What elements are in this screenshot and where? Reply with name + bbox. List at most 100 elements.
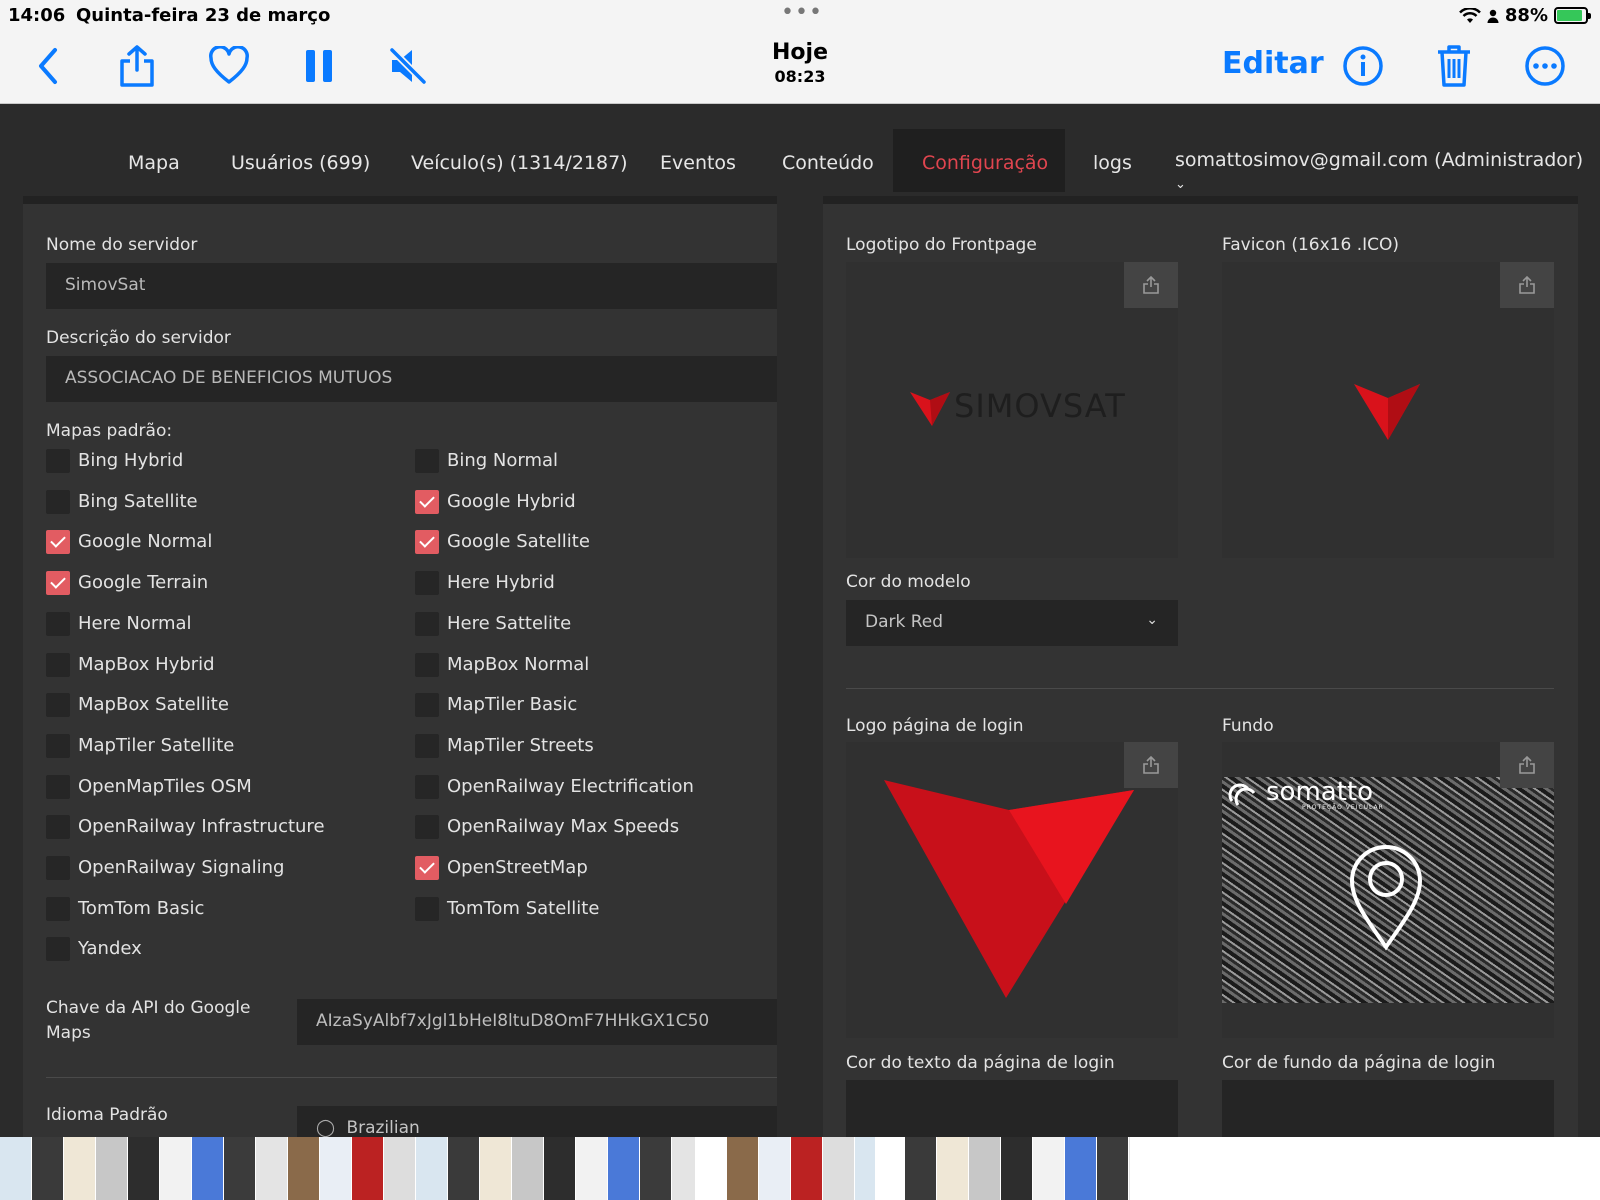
- map-checkbox[interactable]: [46, 774, 70, 799]
- template-color-select[interactable]: Dark Red ⌄: [846, 600, 1178, 646]
- nav-usuarios[interactable]: Usuários (699): [231, 152, 370, 174]
- favicon-label: Favicon (16x16 .ICO): [1222, 235, 1400, 255]
- photo-thumbnail[interactable]: [1001, 1137, 1032, 1200]
- photo-thumbnail[interactable]: [192, 1137, 223, 1200]
- more-icon[interactable]: [1521, 42, 1569, 90]
- photo-thumbnail[interactable]: [672, 1137, 695, 1200]
- photo-thumbnail[interactable]: [352, 1137, 383, 1200]
- photo-thumbnail[interactable]: [448, 1137, 479, 1200]
- map-checkbox[interactable]: [415, 693, 439, 718]
- photo-thumbnail[interactable]: [544, 1137, 575, 1200]
- back-chevron-icon[interactable]: [24, 42, 72, 90]
- photo-thumbnail[interactable]: [1033, 1137, 1064, 1200]
- favicon-logo-mark: [1354, 384, 1420, 440]
- nav-eventos[interactable]: Eventos: [660, 152, 736, 174]
- photo-thumbnail[interactable]: [32, 1137, 63, 1200]
- upload-icon[interactable]: [1124, 262, 1178, 308]
- photo-thumbnail[interactable]: [905, 1137, 936, 1200]
- photo-thumbnail[interactable]: [727, 1137, 758, 1200]
- map-checkbox[interactable]: [415, 530, 439, 555]
- photo-thumbnail[interactable]: [791, 1137, 822, 1200]
- map-option-label: OpenRailway Signaling: [78, 857, 285, 878]
- upload-icon[interactable]: [1500, 262, 1554, 308]
- login-text-color-input[interactable]: [846, 1080, 1178, 1145]
- map-pin-icon: [1349, 845, 1423, 951]
- map-checkbox[interactable]: [46, 733, 70, 758]
- divider: [46, 1077, 777, 1078]
- upload-icon[interactable]: [1124, 742, 1178, 788]
- photo-thumbnail[interactable]: [855, 1137, 875, 1200]
- photo-thumbnail[interactable]: [0, 1137, 31, 1200]
- photo-thumbnail-strip: [0, 1137, 1600, 1200]
- map-checkbox[interactable]: [415, 652, 439, 677]
- default-maps-label: Mapas padrão:: [46, 421, 173, 441]
- multitasking-dots-icon[interactable]: •••: [781, 0, 823, 25]
- photo-thumbnail[interactable]: [759, 1137, 790, 1200]
- map-checkbox[interactable]: [46, 693, 70, 718]
- map-checkbox[interactable]: [46, 571, 70, 596]
- map-checkbox[interactable]: [415, 489, 439, 514]
- map-checkbox[interactable]: [46, 896, 70, 921]
- map-checkbox[interactable]: [415, 449, 439, 473]
- map-checkbox[interactable]: [415, 571, 439, 596]
- photo-thumbnail[interactable]: [160, 1137, 191, 1200]
- photo-thumbnail[interactable]: [480, 1137, 511, 1200]
- info-icon[interactable]: [1339, 42, 1387, 90]
- map-checkbox[interactable]: [46, 937, 70, 962]
- map-checkbox[interactable]: [46, 856, 70, 880]
- map-checkbox[interactable]: [415, 774, 439, 799]
- pause-icon[interactable]: [295, 42, 343, 90]
- photo-thumbnail[interactable]: [320, 1137, 351, 1200]
- login-bg-color-input[interactable]: [1222, 1080, 1554, 1145]
- heart-icon[interactable]: [205, 42, 253, 90]
- chevron-down-icon: ⌄: [1146, 612, 1158, 628]
- map-checkbox[interactable]: [415, 815, 439, 840]
- photo-thumbnail[interactable]: [937, 1137, 968, 1200]
- photo-thumbnail[interactable]: [224, 1137, 255, 1200]
- server-name-input[interactable]: SimovSat: [46, 263, 777, 309]
- photo-thumbnail[interactable]: [288, 1137, 319, 1200]
- photo-thumbnail[interactable]: [640, 1137, 671, 1200]
- photo-thumbnail[interactable]: [64, 1137, 95, 1200]
- background-label: Fundo: [1222, 716, 1274, 736]
- somatto-brand: somatto: [1266, 777, 1374, 807]
- map-option-label: Bing Hybrid: [78, 450, 184, 471]
- trash-icon[interactable]: [1430, 42, 1478, 90]
- nav-configuracao[interactable]: Configuração: [893, 129, 1065, 192]
- photo-thumbnail[interactable]: [416, 1137, 447, 1200]
- photo-thumbnail[interactable]: [512, 1137, 543, 1200]
- nav-logs[interactable]: logs: [1093, 152, 1132, 174]
- map-checkbox[interactable]: [415, 611, 439, 636]
- server-desc-input[interactable]: ASSOCIACAO DE BENEFICIOS MUTUOS: [46, 356, 777, 402]
- user-menu[interactable]: somattosimov@gmail.com (Administrador) ⌄: [1175, 149, 1600, 193]
- nav-conteudo[interactable]: Conteúdo: [782, 152, 874, 174]
- photo-thumbnail[interactable]: [1129, 1137, 1130, 1200]
- map-checkbox[interactable]: [46, 449, 70, 473]
- map-checkbox[interactable]: [46, 489, 70, 514]
- map-checkbox[interactable]: [415, 896, 439, 921]
- map-checkbox[interactable]: [46, 611, 70, 636]
- nav-veiculos[interactable]: Veículo(s) (1314/2187): [411, 152, 628, 174]
- photo-thumbnail[interactable]: [576, 1137, 607, 1200]
- photo-thumbnail[interactable]: [1065, 1137, 1096, 1200]
- mute-icon[interactable]: [384, 42, 432, 90]
- battery-icon: [1554, 7, 1591, 24]
- photo-thumbnail[interactable]: [128, 1137, 159, 1200]
- photo-thumbnail[interactable]: [608, 1137, 639, 1200]
- map-checkbox[interactable]: [46, 530, 70, 555]
- share-icon[interactable]: [113, 42, 161, 90]
- map-checkbox[interactable]: [415, 856, 439, 880]
- photo-thumbnail[interactable]: [384, 1137, 415, 1200]
- photo-thumbnail[interactable]: [823, 1137, 854, 1200]
- map-checkbox[interactable]: [415, 733, 439, 758]
- photo-thumbnail[interactable]: [256, 1137, 287, 1200]
- photo-thumbnail[interactable]: [1097, 1137, 1128, 1200]
- map-checkbox[interactable]: [46, 652, 70, 677]
- upload-icon[interactable]: [1500, 742, 1554, 788]
- photo-thumbnail[interactable]: [96, 1137, 127, 1200]
- google-api-key-input[interactable]: AIzaSyAlbf7xJgl1bHeI8ltuD8OmF7HHkGX1C50: [297, 999, 777, 1045]
- nav-mapa[interactable]: Mapa: [128, 152, 180, 174]
- map-checkbox[interactable]: [46, 815, 70, 840]
- edit-button[interactable]: Editar: [1222, 46, 1324, 81]
- photo-thumbnail[interactable]: [969, 1137, 1000, 1200]
